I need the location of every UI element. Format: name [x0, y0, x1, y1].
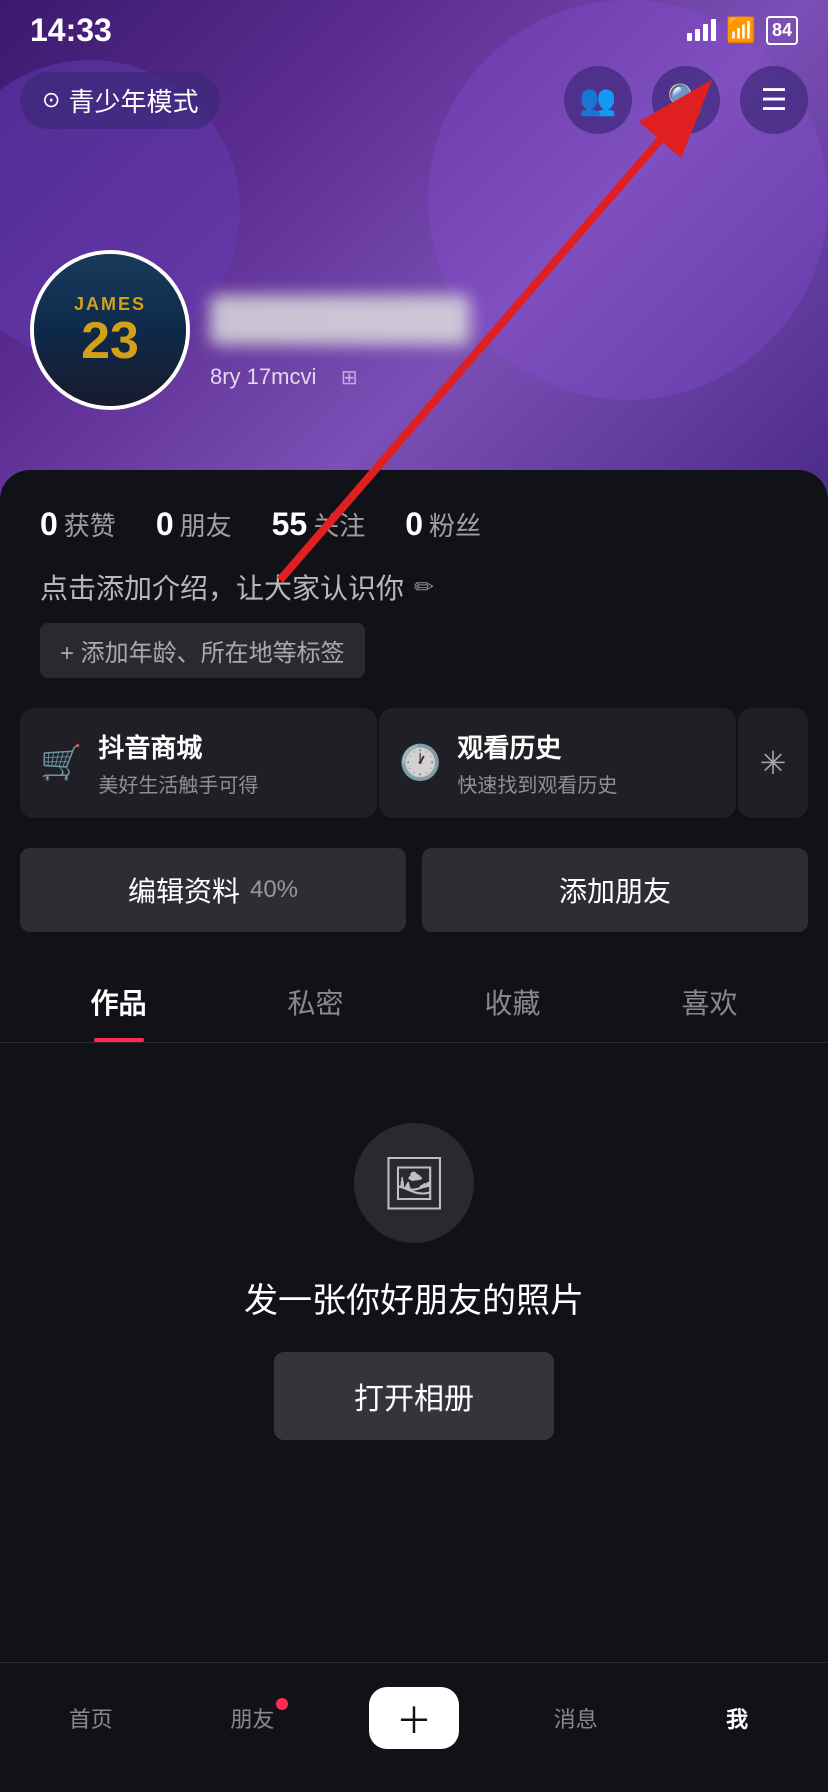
stat-following-number: 55 — [272, 506, 308, 543]
blurred-username-area: 8ry 17mcvi ⊞ — [210, 295, 828, 390]
friends-icon-button[interactable]: 👥 — [564, 66, 632, 134]
tabs-row: 作品 私密 收藏 喜欢 — [0, 962, 828, 1043]
status-bar: 14:33 📶 84 — [0, 0, 828, 60]
wifi-icon: 📶 — [726, 16, 756, 45]
content-area: 0 获赞 0 朋友 55 关注 0 粉丝 点击添加介绍，让大家认识你 ✏ + 添… — [0, 470, 828, 1662]
nav-create[interactable]: ＋ — [333, 1687, 495, 1749]
youth-mode-icon: ⊙ — [42, 87, 60, 113]
tab-collection[interactable]: 收藏 — [414, 962, 611, 1042]
edit-profile-button[interactable]: 编辑资料 40% — [20, 848, 406, 932]
shop-icon: 🛒 — [40, 743, 82, 783]
tab-private[interactable]: 私密 — [217, 962, 414, 1042]
user-id: 8ry 17mcvi ⊞ — [210, 364, 828, 390]
stat-followers-number: 0 — [405, 506, 423, 543]
search-icon-button[interactable]: 🔍 — [652, 66, 720, 134]
create-button[interactable]: ＋ — [369, 1687, 459, 1749]
jersey-number: 23 — [81, 315, 139, 367]
stat-following[interactable]: 55 关注 — [272, 506, 366, 543]
action-buttons: 编辑资料 40% 添加朋友 — [0, 848, 828, 932]
nav-home[interactable]: 首页 — [10, 1702, 172, 1734]
nav-me[interactable]: 我 — [656, 1702, 818, 1734]
menu-icon-button[interactable]: ☰ — [740, 66, 808, 134]
stat-followers-label: 粉丝 — [429, 506, 481, 543]
status-time: 14:33 — [30, 12, 112, 49]
edit-bio-icon: ✏ — [414, 573, 434, 602]
youth-mode-label: 青少年模式 — [68, 82, 198, 119]
stat-following-label: 关注 — [313, 506, 365, 543]
top-nav: ⊙ 青少年模式 👥 🔍 ☰ — [0, 60, 828, 140]
avatar[interactable]: JAMES 23 — [30, 250, 190, 410]
youth-mode-button[interactable]: ⊙ 青少年模式 — [20, 72, 220, 129]
history-desc: 快速找到观看历史 — [457, 769, 617, 798]
signal-icon — [687, 19, 716, 41]
tab-likes[interactable]: 喜欢 — [611, 962, 808, 1042]
stat-likes[interactable]: 0 获赞 — [40, 506, 116, 543]
empty-state: 🖼 发一张你好朋友的照片 打开相册 — [0, 1043, 828, 1520]
service-shop[interactable]: 🛒 抖音商城 美好生活触手可得 — [20, 708, 377, 818]
shop-info: 抖音商城 美好生活触手可得 — [98, 728, 258, 798]
open-album-button[interactable]: 打开相册 — [274, 1352, 554, 1440]
stat-friends-number: 0 — [156, 506, 174, 543]
shop-name: 抖音商城 — [98, 728, 258, 765]
people-icon: 👥 — [579, 83, 616, 118]
bottom-nav: 首页 朋友 ＋ 消息 我 — [0, 1662, 828, 1792]
friends-notification-dot — [276, 1698, 288, 1710]
empty-title: 发一张你好朋友的照片 — [244, 1273, 584, 1322]
history-icon: 🕐 — [399, 743, 441, 783]
stat-followers[interactable]: 0 粉丝 — [405, 506, 481, 543]
history-info: 观看历史 快速找到观看历史 — [457, 728, 617, 798]
search-icon: 🔍 — [667, 83, 704, 118]
stat-likes-label: 获赞 — [64, 506, 116, 543]
stat-likes-number: 0 — [40, 506, 58, 543]
tab-works[interactable]: 作品 — [20, 962, 217, 1042]
service-more[interactable]: ✳ — [738, 708, 808, 818]
service-history[interactable]: 🕐 观看历史 快速找到观看历史 — [379, 708, 736, 818]
empty-icon-circle: 🖼 — [354, 1123, 474, 1243]
shop-desc: 美好生活触手可得 — [98, 769, 258, 798]
stats-row: 0 获赞 0 朋友 55 关注 0 粉丝 — [0, 470, 828, 567]
photo-icon: 🖼 — [381, 1153, 447, 1214]
battery-icon: 84 — [766, 16, 798, 45]
stat-friends-label: 朋友 — [180, 506, 232, 543]
add-friend-button[interactable]: 添加朋友 — [422, 848, 808, 932]
nav-friends[interactable]: 朋友 — [172, 1702, 334, 1734]
status-icons: 📶 84 — [687, 16, 798, 45]
top-nav-right: 👥 🔍 ☰ — [564, 66, 808, 134]
menu-icon: ☰ — [761, 83, 788, 118]
add-tags-button[interactable]: + 添加年龄、所在地等标签 — [40, 623, 365, 678]
blurred-name-block — [210, 295, 470, 345]
services-row: 🛒 抖音商城 美好生活触手可得 🕐 观看历史 快速找到观看历史 ✳ — [20, 708, 808, 818]
asterisk-icon: ✳ — [760, 744, 787, 782]
bio-text[interactable]: 点击添加介绍，让大家认识你 ✏ — [40, 567, 788, 607]
stat-friends[interactable]: 0 朋友 — [156, 506, 232, 543]
bio-section: 点击添加介绍，让大家认识你 ✏ + 添加年龄、所在地等标签 — [0, 567, 828, 678]
history-name: 观看历史 — [457, 728, 617, 765]
profile-avatar-section: JAMES 23 — [30, 250, 190, 410]
avatar-inner: JAMES 23 — [34, 254, 186, 406]
nav-messages[interactable]: 消息 — [495, 1702, 657, 1734]
